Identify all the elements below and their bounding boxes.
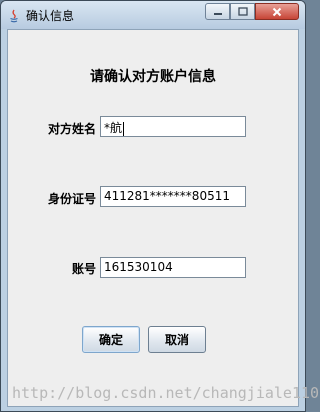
close-icon	[272, 7, 282, 16]
id-number-field-value: 411281*******80511	[104, 189, 230, 203]
text-caret	[123, 121, 125, 136]
account-label: 账号	[71, 262, 96, 276]
confirm-button[interactable]: 确定	[82, 326, 140, 353]
account-field-value: 161530104	[104, 260, 173, 274]
dialog-content: 请确认对方账户信息 对方姓名 *航 身份证号 411281*******8051…	[7, 29, 319, 407]
dialog-window: 确认信息 请确认对方账户信息 对方姓名 *航 身份证号 411281******…	[0, 0, 319, 412]
java-app-icon	[7, 8, 21, 23]
close-button[interactable]	[255, 3, 299, 20]
minimize-button[interactable]	[205, 3, 230, 20]
name-field[interactable]: *航	[100, 116, 246, 137]
dialog-heading: 请确认对方账户信息	[90, 69, 216, 85]
title-bar[interactable]: 确认信息	[1, 1, 305, 29]
maximize-button[interactable]	[230, 3, 255, 20]
maximize-icon	[237, 7, 248, 16]
minimize-icon	[213, 12, 222, 15]
id-number-field[interactable]: 411281*******80511	[100, 186, 246, 207]
name-field-value: *航	[104, 121, 123, 135]
cancel-button[interactable]: 取消	[148, 326, 206, 353]
id-number-label: 身份证号	[47, 192, 96, 206]
account-field[interactable]: 161530104	[100, 257, 246, 278]
window-controls	[205, 3, 299, 21]
watermark: http://blog.csdn.net/changjiale110	[12, 384, 320, 402]
window-title: 确认信息	[26, 9, 75, 23]
name-label: 对方姓名	[47, 122, 96, 136]
